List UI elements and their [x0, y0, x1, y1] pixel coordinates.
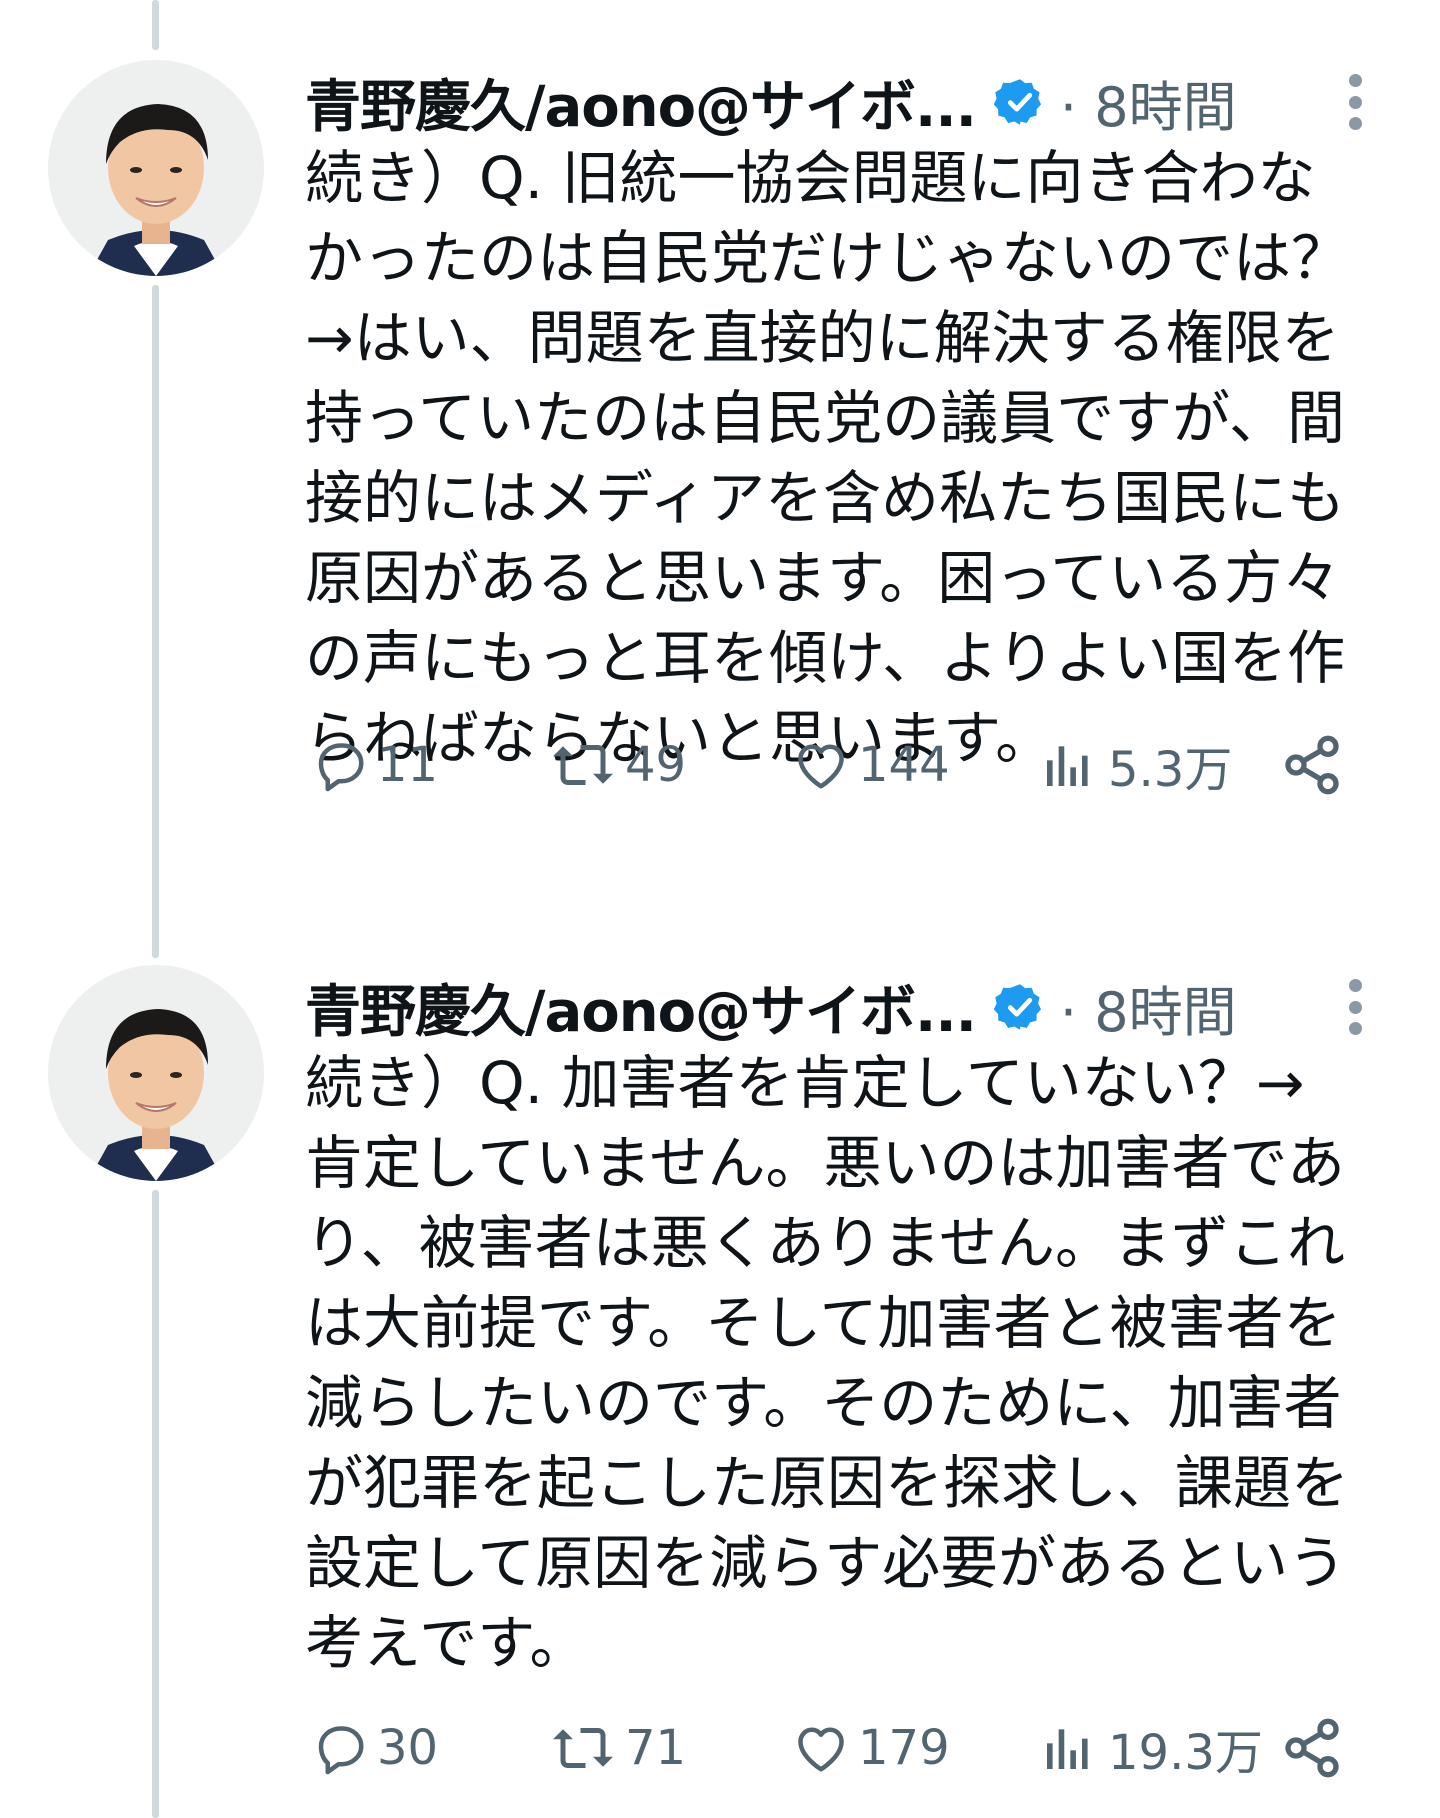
tweet-header: 青野慶久/aono@サイボ... · 8時間: [305, 965, 1405, 1049]
views-chart-icon: [1047, 746, 1088, 786]
like-button[interactable]: 179: [790, 1708, 950, 1788]
reply-button[interactable]: 30: [311, 1708, 438, 1788]
time-label: 8時間: [1094, 75, 1237, 139]
time-label: 8時間: [1094, 980, 1237, 1044]
reply-icon: [318, 1726, 364, 1775]
share-icon: [1285, 735, 1339, 795]
more-vertical-icon[interactable]: [1345, 979, 1365, 1035]
author-name[interactable]: 青野慶久/aono@サイボ...: [305, 967, 977, 1048]
views-button[interactable]: 19.3万: [1040, 1708, 1263, 1788]
reply-icon: [318, 743, 364, 792]
separator-dot: ·: [1059, 75, 1078, 139]
views-chart-icon: [1047, 1729, 1088, 1769]
separator-dot: ·: [1059, 980, 1078, 1044]
author-name[interactable]: 青野慶久/aono@サイボ...: [305, 62, 977, 143]
views-count: 5.3万: [1108, 742, 1233, 798]
reply-count: 11: [377, 737, 439, 793]
retweet-icon: [553, 1728, 613, 1768]
retweet-button[interactable]: 49: [547, 725, 686, 805]
timestamp[interactable]: · 8時間: [1060, 63, 1237, 142]
tweet[interactable]: 青野慶久/aono@サイボ... · 8時間 続き）Q. 旧統一協会問題に向き合…: [0, 60, 1440, 900]
heart-icon: [798, 744, 844, 789]
tweet-header: 青野慶久/aono@サイボ... · 8時間: [305, 60, 1405, 144]
retweet-icon: [553, 745, 613, 785]
timestamp[interactable]: · 8時間: [1060, 968, 1237, 1047]
more-vertical-icon[interactable]: [1345, 74, 1365, 130]
retweet-count: 71: [625, 1720, 687, 1776]
reply-count: 30: [377, 1720, 439, 1776]
share-button[interactable]: [1280, 725, 1344, 805]
tweet[interactable]: 青野慶久/aono@サイボ... · 8時間 続き）Q. 加害者を肯定していない…: [0, 965, 1440, 1818]
reply-button[interactable]: 11: [311, 725, 438, 805]
tweet-text: 続き）Q. 旧統一協会問題に向き合わな かったのは自民党だけじゃないのでは？ →…: [305, 144, 1350, 772]
share-button[interactable]: [1280, 1708, 1344, 1788]
avatar[interactable]: [48, 965, 264, 1181]
retweet-count: 49: [625, 737, 687, 793]
tweet-actions: 11 49 144 5.3万: [305, 725, 1345, 805]
tweet-text: 続き）Q. 加害者を肯定していない？→ 肯定していません。悪いのは加害者であ り…: [305, 1049, 1350, 1677]
views-button[interactable]: 5.3万: [1040, 725, 1232, 805]
tweet-actions: 30 71 179 19.3万: [305, 1708, 1345, 1788]
thread-line-top: [152, 0, 159, 50]
like-button[interactable]: 144: [790, 725, 950, 805]
heart-icon: [798, 1727, 844, 1772]
share-icon: [1285, 1718, 1339, 1778]
like-count: 179: [858, 1720, 950, 1776]
retweet-button[interactable]: 71: [547, 1708, 686, 1788]
verified-badge-icon: [993, 76, 1046, 128]
verified-badge-icon: [993, 981, 1046, 1033]
like-count: 144: [858, 737, 950, 793]
views-count: 19.3万: [1108, 1725, 1263, 1781]
avatar[interactable]: [48, 60, 264, 276]
